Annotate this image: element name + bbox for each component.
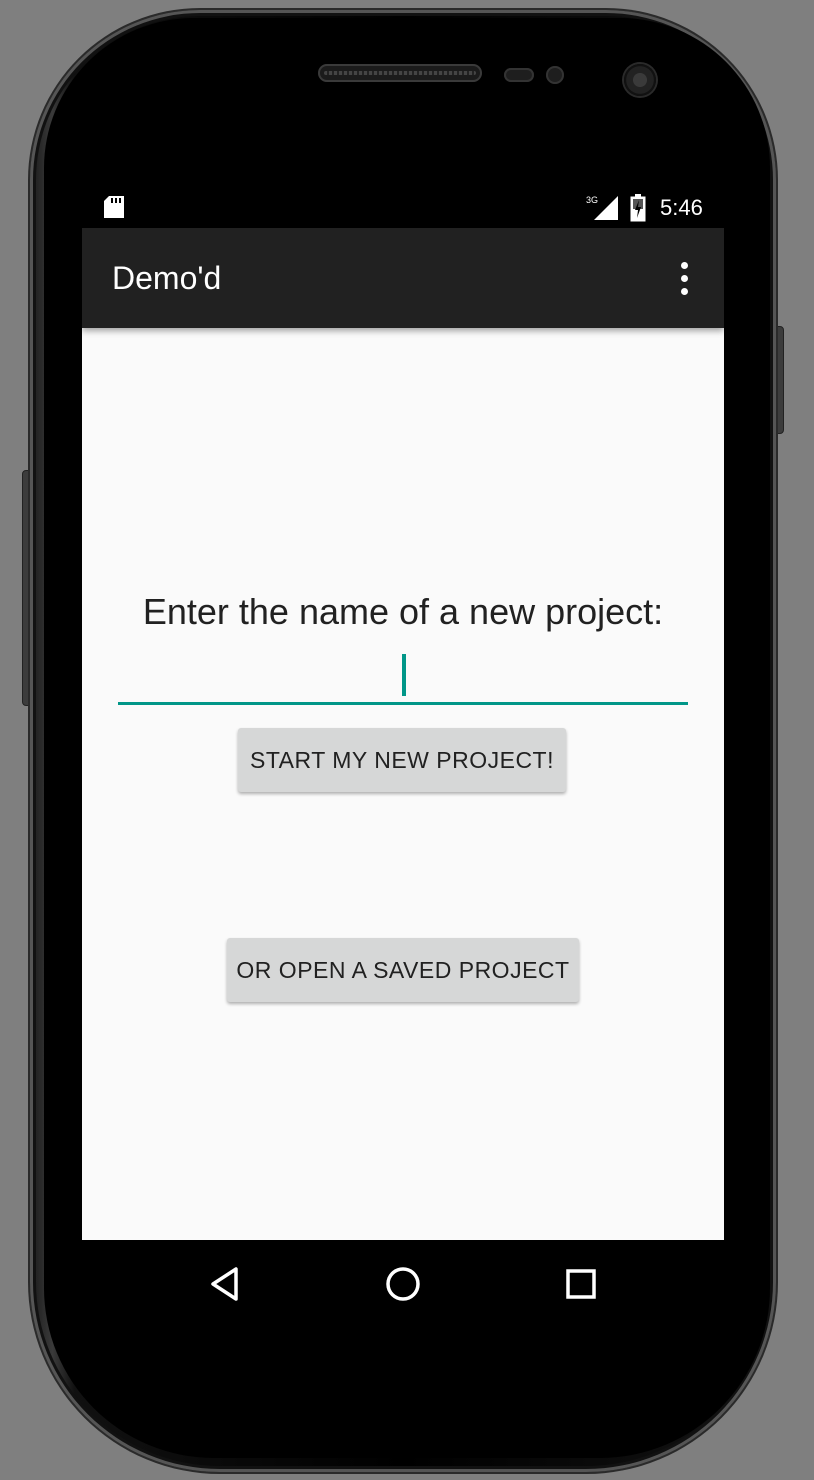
back-icon[interactable] <box>202 1260 250 1308</box>
network-type-label: 3G <box>586 195 598 205</box>
emulator-frame: 3G 5:46 Demo'd Enter the name of a new p… <box>0 0 814 1480</box>
light-sensor <box>546 66 564 84</box>
earpiece-speaker <box>318 64 482 82</box>
main-content: Enter the name of a new project: START M… <box>82 328 724 1240</box>
start-new-project-button[interactable]: START MY NEW PROJECT! <box>238 728 566 792</box>
status-bar: 3G 5:46 <box>82 188 724 228</box>
proximity-sensor <box>504 68 534 82</box>
app-title: Demo'd <box>112 260 222 296</box>
text-cursor <box>402 654 406 696</box>
navigation-bar <box>82 1240 724 1328</box>
project-name-prompt: Enter the name of a new project: <box>142 591 664 632</box>
overflow-menu-icon[interactable] <box>668 258 700 298</box>
sd-card-icon <box>104 196 124 218</box>
battery-charging-icon <box>630 194 646 222</box>
open-saved-project-button[interactable]: OR OPEN A SAVED PROJECT <box>227 938 579 1002</box>
status-time: 5:46 <box>660 195 703 220</box>
device-screen: 3G 5:46 Demo'd Enter the name of a new p… <box>82 188 724 1328</box>
app-bar: Demo'd <box>82 228 724 328</box>
home-icon[interactable] <box>379 1260 427 1308</box>
front-camera <box>624 64 656 96</box>
recents-icon[interactable] <box>557 1260 605 1308</box>
signal-icon: 3G <box>586 195 618 220</box>
